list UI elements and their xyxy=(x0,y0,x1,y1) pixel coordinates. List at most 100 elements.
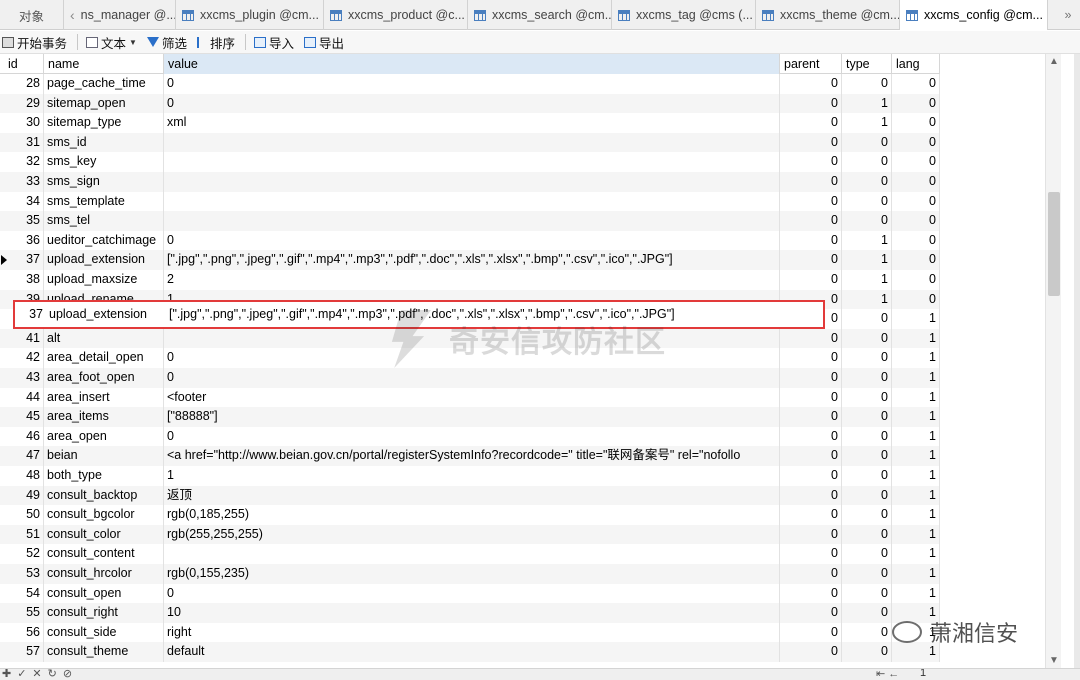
cell-lang[interactable]: 0 xyxy=(892,113,940,133)
cell-parent[interactable]: 0 xyxy=(780,328,842,349)
cell-id[interactable]: 53 xyxy=(8,564,44,584)
cell-parent[interactable]: 0 xyxy=(780,74,842,94)
cell-id[interactable]: 30 xyxy=(8,113,44,133)
column-header-parent[interactable]: parent xyxy=(780,54,842,74)
cell-value[interactable]: 1 xyxy=(164,466,780,486)
cell-parent[interactable]: 0 xyxy=(780,466,842,486)
cell-lang[interactable]: 1 xyxy=(892,505,940,525)
cell-name[interactable]: alt xyxy=(44,328,164,349)
cell-id[interactable]: 57 xyxy=(8,642,44,662)
cell-name[interactable]: area_foot_open xyxy=(44,368,164,388)
cell-value[interactable] xyxy=(164,328,780,349)
cell-value[interactable]: 返顶 xyxy=(164,485,780,506)
table-row[interactable]: 54 consult_open 0 0 0 1 xyxy=(0,583,940,604)
cell-type[interactable]: 1 xyxy=(842,250,892,270)
cell-lang[interactable]: 1 xyxy=(892,583,940,604)
cell-name[interactable]: consult_content xyxy=(44,544,164,564)
table-row[interactable]: 48 both_type 1 0 0 1 xyxy=(0,466,940,486)
cell-lang[interactable]: 0 xyxy=(892,93,940,114)
sort-button[interactable]: 排序 xyxy=(196,33,235,52)
cell-parent[interactable]: 0 xyxy=(780,368,842,388)
cell-lang[interactable]: 1 xyxy=(892,328,940,349)
cell-parent[interactable]: 0 xyxy=(780,270,842,290)
cell-value[interactable]: rgb(0,155,235) xyxy=(164,564,780,584)
tab-objects[interactable]: 对象 xyxy=(0,0,64,30)
cell-value[interactable]: 2 xyxy=(164,270,780,290)
table-row[interactable]: 31 sms_id 0 0 0 xyxy=(0,132,940,153)
cell-lang[interactable]: 1 xyxy=(892,426,940,447)
cell-parent[interactable]: 0 xyxy=(780,642,842,662)
cell-id[interactable]: 51 xyxy=(8,524,44,545)
cell-id[interactable]: 37 xyxy=(8,250,44,270)
cell-name[interactable]: beian xyxy=(44,446,164,466)
cell-parent[interactable]: 0 xyxy=(780,485,842,506)
table-row[interactable]: 38 upload_maxsize 2 0 1 0 xyxy=(0,270,940,290)
cell-parent[interactable]: 0 xyxy=(780,93,842,114)
cell-lang[interactable]: 1 xyxy=(892,524,940,545)
cell-id[interactable]: 29 xyxy=(8,93,44,114)
begin-transaction-button[interactable]: 开始事务 xyxy=(2,33,67,52)
cell-type[interactable]: 0 xyxy=(842,74,892,94)
tab-scroll-left-icon[interactable]: ‹ xyxy=(70,7,75,23)
cell-type[interactable]: 1 xyxy=(842,230,892,251)
table-row[interactable]: 28 page_cache_time 0 0 0 0 xyxy=(0,74,940,94)
scrollbar-thumb[interactable] xyxy=(1048,192,1060,296)
cell-name[interactable]: consult_bgcolor xyxy=(44,505,164,525)
cell-parent[interactable]: 0 xyxy=(780,387,842,408)
table-row[interactable]: 30 sitemap_type xml 0 1 0 xyxy=(0,113,940,133)
cell-value[interactable]: 10 xyxy=(164,603,780,623)
cell-id[interactable]: 37 xyxy=(15,302,46,327)
cell-lang[interactable]: 1 xyxy=(892,603,940,623)
table-row[interactable]: 47 beian <a href="http://www.beian.gov.cn/… xyxy=(0,446,940,466)
cell-parent[interactable]: 0 xyxy=(780,250,842,270)
table-row[interactable]: 53 consult_hrcolor rgb(0,155,235) 0 0 1 xyxy=(0,564,940,584)
cell-type[interactable]: 0 xyxy=(842,622,892,643)
cell-id[interactable]: 42 xyxy=(8,348,44,368)
table-row[interactable]: 50 consult_bgcolor rgb(0,185,255) 0 0 1 xyxy=(0,505,940,525)
cell-lang[interactable]: 1 xyxy=(892,544,940,564)
table-row[interactable]: 55 consult_right 10 0 0 1 xyxy=(0,603,940,623)
cell-lang[interactable]: 1 xyxy=(892,309,940,329)
cell-id[interactable]: 50 xyxy=(8,505,44,525)
cell-id[interactable]: 49 xyxy=(8,485,44,506)
column-header-name[interactable]: name xyxy=(44,54,164,74)
cell-type[interactable]: 1 xyxy=(842,113,892,133)
cell-value[interactable] xyxy=(164,191,780,212)
cell-id[interactable]: 35 xyxy=(8,211,44,231)
cell-type[interactable]: 0 xyxy=(842,524,892,545)
cell-id[interactable]: 54 xyxy=(8,583,44,604)
cell-value[interactable] xyxy=(164,152,780,172)
text-view-button[interactable]: 文本 ▼ xyxy=(86,33,137,52)
cell-parent[interactable]: 0 xyxy=(780,113,842,133)
cell-name[interactable]: upload_maxsize xyxy=(44,270,164,290)
cell-parent[interactable]: 0 xyxy=(780,583,842,604)
cell-type[interactable]: 0 xyxy=(842,368,892,388)
export-button[interactable]: 导出 xyxy=(304,33,344,52)
cell-lang[interactable]: 1 xyxy=(892,348,940,368)
table-row[interactable]: 34 sms_template 0 0 0 xyxy=(0,191,940,212)
table-row[interactable]: 41 alt 0 0 1 xyxy=(0,328,940,349)
cell-lang[interactable]: 0 xyxy=(892,152,940,172)
cell-id[interactable]: 48 xyxy=(8,466,44,486)
table-row[interactable]: 42 area_detail_open 0 0 0 1 xyxy=(0,348,940,368)
tab-xxcms-product[interactable]: xxcms_product @c... xyxy=(324,0,468,30)
cell-parent[interactable]: 0 xyxy=(780,152,842,172)
cell-lang[interactable]: 1 xyxy=(892,368,940,388)
cell-name[interactable]: area_items xyxy=(44,407,164,427)
cell-id[interactable]: 28 xyxy=(8,74,44,94)
cell-type[interactable]: 0 xyxy=(842,328,892,349)
tab-xxcms-tag[interactable]: xxcms_tag @cms (... xyxy=(612,0,756,30)
cell-id[interactable]: 32 xyxy=(8,152,44,172)
cell-value[interactable]: 0 xyxy=(164,368,780,388)
cell-id[interactable]: 38 xyxy=(8,270,44,290)
cell-type[interactable]: 0 xyxy=(842,583,892,604)
table-row[interactable]: 57 consult_theme default 0 0 1 xyxy=(0,642,940,662)
cell-name[interactable]: upload_extension xyxy=(46,302,166,327)
cell-parent[interactable]: 0 xyxy=(780,211,842,231)
cell-id[interactable]: 55 xyxy=(8,603,44,623)
cell-id[interactable]: 36 xyxy=(8,230,44,251)
cell-type[interactable]: 0 xyxy=(842,505,892,525)
cell-type[interactable]: 0 xyxy=(842,603,892,623)
cell-lang[interactable]: 0 xyxy=(892,230,940,251)
cell-name[interactable]: consult_open xyxy=(44,583,164,604)
